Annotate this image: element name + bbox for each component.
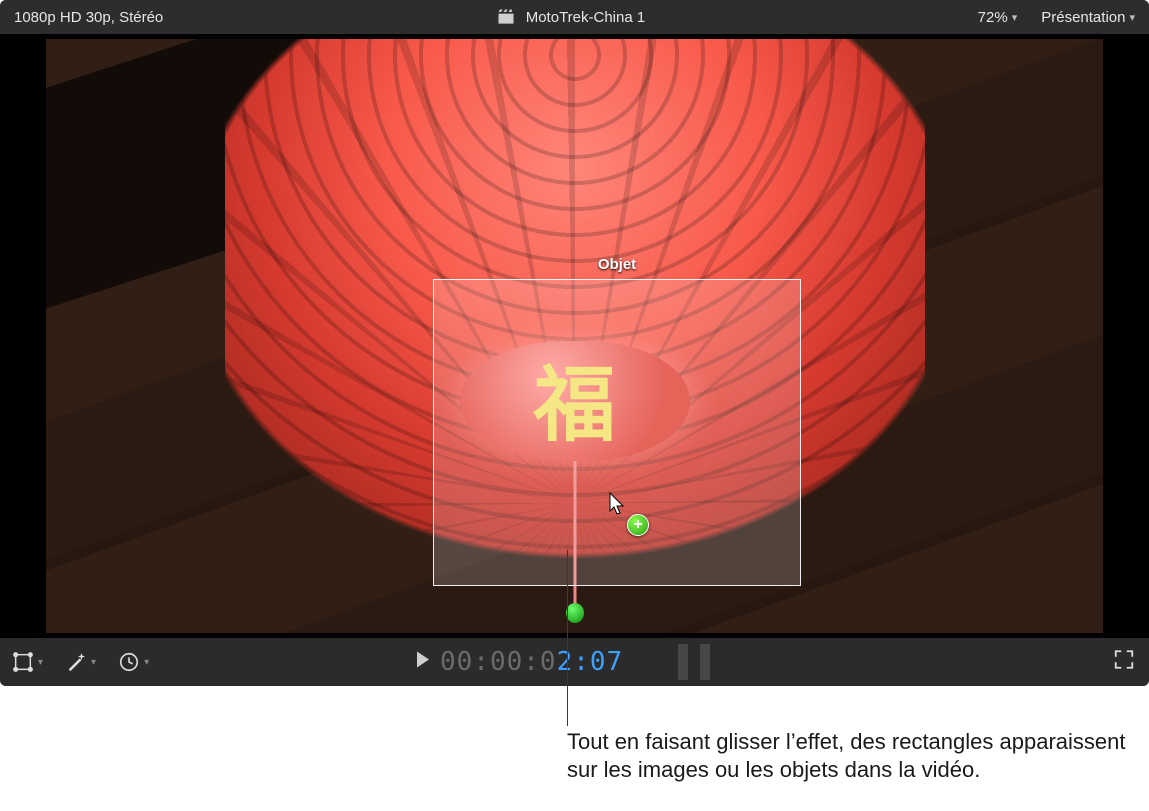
zoom-value: 72%: [978, 9, 1008, 26]
viewer-top-bar: 1080p HD 30p, Stéréo MotoTrek-China 1 72…: [0, 0, 1149, 34]
retime-tool-dropdown[interactable]: ▾: [118, 651, 149, 673]
video-editor-viewer: 1080p HD 30p, Stéréo MotoTrek-China 1 72…: [0, 0, 1149, 686]
chevron-down-icon: ▾: [38, 657, 43, 668]
pause-marker: [678, 644, 710, 680]
project-title: MotoTrek-China 1: [526, 9, 646, 26]
fullscreen-icon: [1113, 658, 1135, 675]
timecode-display[interactable]: 00:00:02:07: [440, 647, 623, 677]
zoom-dropdown[interactable]: 72% ▾: [978, 9, 1018, 26]
play-icon: [416, 655, 430, 672]
chevron-down-icon: ▾: [1129, 11, 1135, 24]
view-menu-label: Présentation: [1041, 9, 1125, 26]
timecode-inactive: 00:00:0: [440, 647, 557, 677]
transform-tool-dropdown[interactable]: ▾: [12, 651, 43, 673]
viewer-canvas[interactable]: 福 Objet +: [0, 34, 1149, 638]
chevron-down-icon: ▾: [91, 657, 96, 668]
object-tracking-rectangle[interactable]: Objet: [433, 279, 801, 586]
chevron-down-icon: ▾: [144, 657, 149, 668]
enhance-tool-dropdown[interactable]: ▾: [65, 651, 96, 673]
transform-icon: [12, 651, 34, 673]
wand-icon: [65, 651, 87, 673]
viewer-bottom-bar: ▾ ▾ ▾ 00:00:02:07: [0, 638, 1149, 686]
clapperboard-icon: [496, 7, 516, 27]
retime-icon: [118, 651, 140, 673]
play-button[interactable]: [416, 652, 430, 673]
callout-text: Tout en faisant glisser l’effet, des rec…: [567, 728, 1127, 783]
selection-label: Objet: [598, 256, 636, 273]
add-plus-icon: +: [627, 514, 649, 536]
view-menu-dropdown[interactable]: Présentation ▾: [1041, 9, 1135, 26]
fullscreen-button[interactable]: [1113, 649, 1135, 676]
callout-leader-line: [567, 550, 568, 726]
video-frame: 福 Objet +: [46, 39, 1103, 633]
chevron-down-icon: ▾: [1012, 11, 1018, 24]
format-label: 1080p HD 30p, Stéréo: [14, 9, 163, 26]
